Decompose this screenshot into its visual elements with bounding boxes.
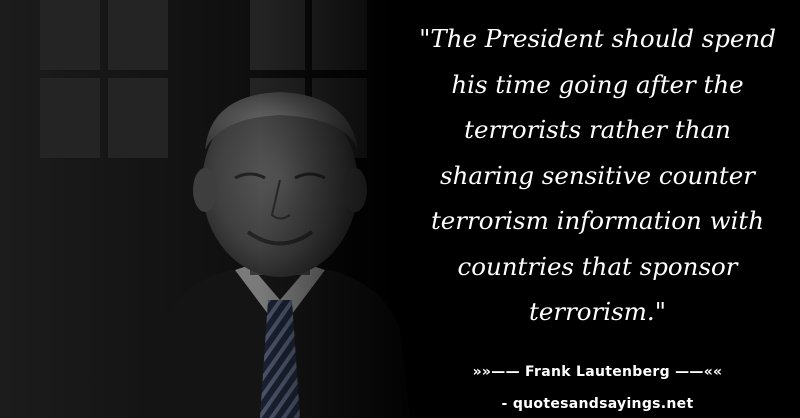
- quote-text: "The President should spend his time goi…: [419, 24, 776, 326]
- author-attribution: »»—— Frank Lautenberg ——««: [472, 364, 723, 380]
- source-watermark: - quotesandsayings.net: [501, 396, 694, 412]
